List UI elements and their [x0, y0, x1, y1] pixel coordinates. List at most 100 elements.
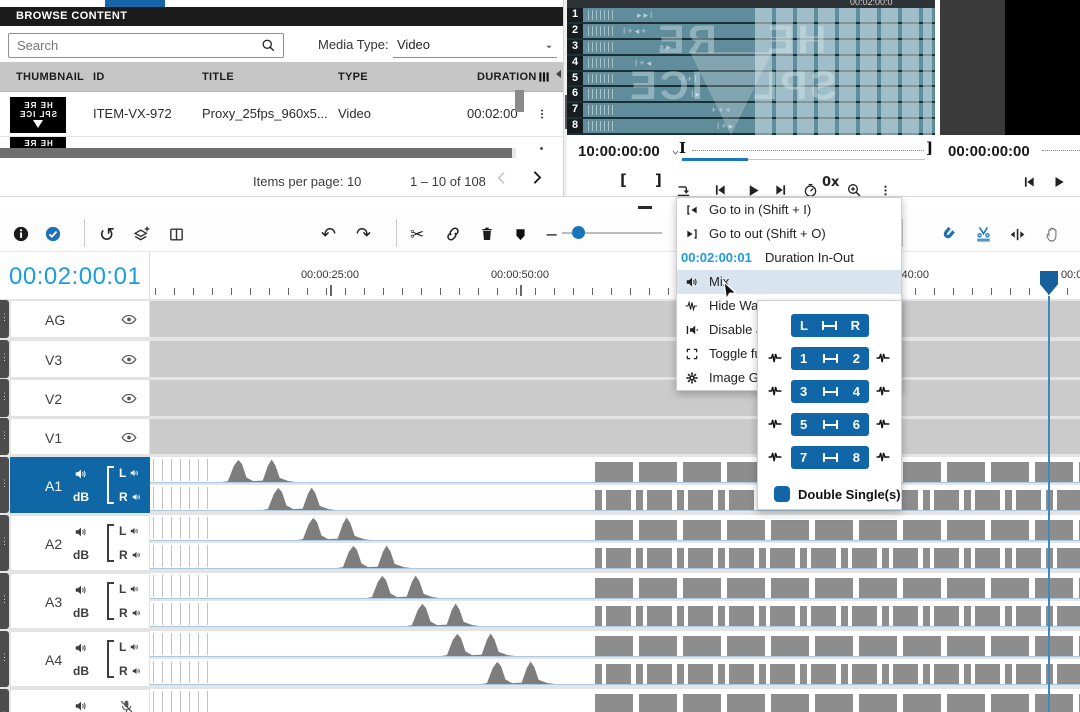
- track-header-v3[interactable]: ⋮V3: [0, 340, 150, 378]
- player-more-options-icon[interactable]: [879, 184, 892, 197]
- track-header-v1[interactable]: ⋮V1: [0, 418, 150, 455]
- timeline-timecode[interactable]: 00:02:00:01: [9, 263, 141, 291]
- track-mute-icon[interactable]: [73, 641, 89, 655]
- left-channel-label[interactable]: L: [119, 466, 140, 480]
- info-button[interactable]: [12, 225, 30, 243]
- video-clip-v1[interactable]: [150, 419, 1080, 454]
- horizontal-scrollbar-thumb[interactable]: [0, 148, 512, 158]
- track-header-body[interactable]: VO: [10, 689, 150, 712]
- column-settings-icon[interactable]: [537, 69, 551, 85]
- track-header-body[interactable]: AG: [10, 300, 150, 338]
- track-mute-icon[interactable]: [73, 583, 89, 597]
- right-channel-label[interactable]: R: [119, 606, 142, 620]
- track-mute-icon[interactable]: [73, 525, 89, 539]
- pair-button-3-4[interactable]: 34: [791, 380, 869, 403]
- track-header-a3[interactable]: ⋮A3dBL R: [0, 573, 150, 629]
- col-id[interactable]: ID: [93, 71, 105, 83]
- pan-tool-button[interactable]: [1044, 226, 1061, 243]
- link-clips-button[interactable]: [444, 225, 462, 243]
- col-title[interactable]: TITLE: [202, 71, 234, 83]
- record-previous-frame-button[interactable]: [1022, 175, 1036, 189]
- cut-button[interactable]: ✂: [410, 227, 424, 244]
- left-channel-speaker-icon[interactable]: [129, 642, 140, 652]
- vertical-scrollbar[interactable]: [515, 90, 524, 112]
- track-drag-handle[interactable]: ⋮: [0, 457, 9, 513]
- track-drag-handle[interactable]: ⋮: [0, 340, 9, 378]
- timeline-ruler[interactable]: 00:00:25:0000:00:50:0000:01:15:0000:01:4…: [150, 252, 1080, 300]
- dual-view-button[interactable]: [168, 226, 185, 243]
- visibility-eye-icon[interactable]: [119, 352, 139, 367]
- col-thumbnail[interactable]: THUMBNAIL: [16, 71, 84, 83]
- reset-button[interactable]: ↺: [99, 226, 115, 245]
- menu-item-go-to-out-shift-o[interactable]: Go to out (Shift + O): [677, 222, 901, 246]
- right-channel-label[interactable]: R: [119, 664, 142, 678]
- record-play-button[interactable]: [1052, 175, 1066, 189]
- snap-button[interactable]: [939, 226, 956, 243]
- left-channel-label[interactable]: L: [119, 524, 140, 538]
- source-player-viewport[interactable]: 00:02:00:0 1▸▸ǀ2ǀ+◂+3+▸4ǀ+◂5⊣+ǀ6ǀ▸7+++8ǀ…: [567, 0, 935, 135]
- track-drag-handle[interactable]: ⋮: [0, 418, 9, 455]
- track-header-body[interactable]: A3dBL R: [10, 573, 150, 629]
- track-header-ag[interactable]: ⋮AG: [0, 300, 150, 338]
- pair-button-5-6[interactable]: 56: [791, 413, 869, 436]
- track-header-v2[interactable]: ⋮V2: [0, 379, 150, 417]
- record-timecode[interactable]: 00:00:00:00: [948, 143, 1030, 160]
- voiceover-muted-icon[interactable]: [119, 699, 134, 712]
- playback-speed-value[interactable]: 0x: [822, 176, 839, 189]
- row-thumbnail[interactable]: HE RE SPL ICE: [10, 97, 66, 133]
- col-duration[interactable]: DURATION: [477, 71, 537, 83]
- caret-down-icon[interactable]: [543, 42, 555, 52]
- track-header-body[interactable]: V1: [10, 418, 150, 455]
- track-header-body[interactable]: A2dBL R: [10, 515, 150, 571]
- next-page-icon[interactable]: [528, 169, 545, 186]
- right-channel-speaker-icon[interactable]: [131, 608, 142, 618]
- right-channel-speaker-icon[interactable]: [131, 492, 142, 502]
- audio-lane-right-a3[interactable]: [150, 601, 1080, 627]
- video-clip-v3[interactable]: [150, 341, 1080, 377]
- visibility-eye-icon[interactable]: [119, 430, 139, 445]
- trim-tool-button[interactable]: [1009, 226, 1026, 243]
- previous-page-icon[interactable]: [494, 170, 510, 186]
- scrub-in-marker[interactable]: I: [679, 139, 686, 157]
- video-clip-ag[interactable]: [150, 301, 1080, 337]
- left-channel-label[interactable]: L: [119, 640, 140, 654]
- next-frame-button[interactable]: [774, 183, 788, 197]
- pair-button-1-2[interactable]: 12: [791, 347, 869, 370]
- right-channel-label[interactable]: R: [119, 548, 142, 562]
- audio-lane-left-a3[interactable]: [150, 573, 1080, 599]
- track-db-label[interactable]: dB: [73, 548, 89, 562]
- delete-button[interactable]: [479, 226, 495, 242]
- track-drag-handle[interactable]: ⋮: [0, 631, 9, 687]
- double-singles-checkbox[interactable]: [774, 486, 790, 502]
- audio-lane-right-a4[interactable]: [150, 659, 1080, 685]
- track-drag-handle[interactable]: ⋮: [0, 379, 9, 417]
- select-clips-button[interactable]: [44, 225, 62, 243]
- previous-frame-button[interactable]: [713, 183, 727, 197]
- record-player-viewport[interactable]: [940, 0, 1080, 135]
- source-timecode[interactable]: 10:00:00:00: [578, 143, 660, 160]
- audio-lane-left-a4[interactable]: [150, 631, 1080, 657]
- col-type[interactable]: TYPE: [338, 71, 368, 83]
- menu-item-go-to-in-shift-i[interactable]: Go to in (Shift + I): [677, 198, 901, 222]
- left-channel-speaker-icon[interactable]: [129, 584, 140, 594]
- visibility-eye-icon[interactable]: [119, 312, 139, 327]
- left-channel-label[interactable]: L: [119, 582, 140, 596]
- track-drag-handle[interactable]: ⋮: [0, 515, 9, 571]
- track-db-label[interactable]: dB: [73, 606, 89, 620]
- track-header-body[interactable]: A4dBL R: [10, 631, 150, 687]
- audio-lane-right-a2[interactable]: [150, 543, 1080, 569]
- track-drag-handle[interactable]: ⋮: [0, 300, 9, 338]
- audio-lane-left-a1[interactable]: [150, 457, 1080, 483]
- audio-lane-right-a1[interactable]: [150, 485, 1080, 511]
- track-header-a4[interactable]: ⋮A4dBL R: [0, 631, 150, 687]
- video-clip-v2[interactable]: [150, 380, 1080, 416]
- track-header-a2[interactable]: ⋮A2dBL R: [0, 515, 150, 571]
- partial-row-thumbnail[interactable]: HE RE: [10, 137, 66, 148]
- items-per-page-label[interactable]: Items per page: 10: [253, 174, 361, 189]
- collapse-panel-icon[interactable]: [556, 70, 561, 78]
- zoom-slider-knob[interactable]: [572, 226, 585, 239]
- track-header-body[interactable]: V3: [10, 340, 150, 378]
- right-channel-speaker-icon[interactable]: [131, 666, 142, 676]
- left-channel-speaker-icon[interactable]: [129, 526, 140, 536]
- panel-tab[interactable]: [105, 0, 165, 7]
